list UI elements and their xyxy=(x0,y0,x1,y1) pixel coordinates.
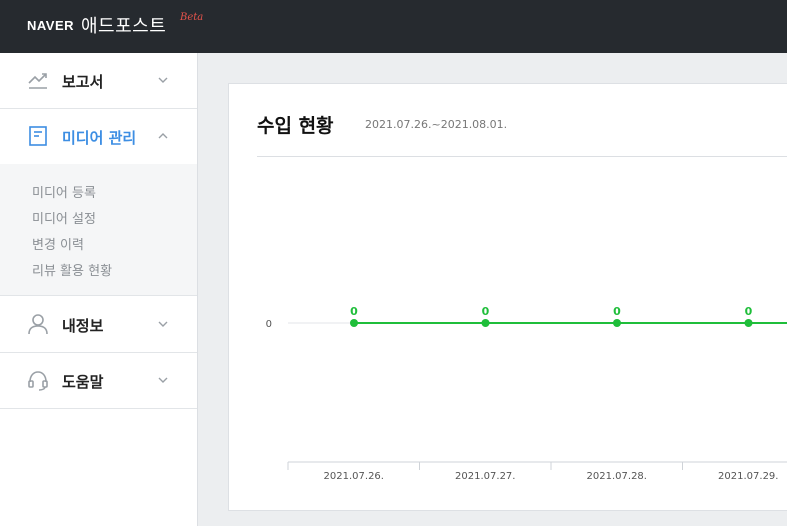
sidebar-item-label: 도움말 xyxy=(62,373,104,391)
headset-icon xyxy=(28,371,48,391)
revenue-line-chart: 0 0 0 0 0 2021.07.26. 2021.07.27. 2021.07.28. 2… xyxy=(266,305,787,482)
naver-logo[interactable]: NAVER xyxy=(27,18,74,33)
media-submenu: 미디어 등록 미디어 설정 변경 이력 리뷰 활용 현황 xyxy=(0,164,197,296)
data-label: 0 xyxy=(613,305,621,318)
submenu-item-review-usage[interactable]: 리뷰 활용 현황 xyxy=(32,260,112,279)
service-name[interactable]: 애드포스트 xyxy=(81,12,166,38)
data-label: 0 xyxy=(745,305,753,318)
user-icon xyxy=(28,314,48,335)
data-label: 0 xyxy=(350,305,358,318)
chevron-down-icon xyxy=(158,77,168,83)
data-point[interactable] xyxy=(613,319,621,327)
x-tick-label: 2021.07.27. xyxy=(455,471,515,482)
trend-chart-icon xyxy=(28,73,47,89)
sidebar-item-label: 내정보 xyxy=(62,317,104,335)
sidebar-item-media-management[interactable]: 미디어 관리 xyxy=(0,109,197,165)
data-label: 0 xyxy=(482,305,490,318)
sidebar-item-label: 보고서 xyxy=(62,73,104,91)
sidebar-item-label: 미디어 관리 xyxy=(62,129,137,147)
chevron-down-icon xyxy=(158,321,168,327)
sidebar-item-my-info[interactable]: 내정보 xyxy=(0,297,197,353)
chevron-down-icon xyxy=(158,377,168,383)
y-tick-label: 0 xyxy=(266,319,272,330)
x-tick-label: 2021.07.28. xyxy=(587,471,647,482)
submenu-item-media-settings[interactable]: 미디어 설정 xyxy=(32,208,96,227)
document-icon xyxy=(29,126,47,146)
data-point[interactable] xyxy=(481,319,490,327)
data-point[interactable] xyxy=(350,319,358,327)
x-tick-label: 2021.07.29. xyxy=(718,471,778,482)
chevron-up-icon xyxy=(158,133,168,139)
submenu-item-media-register[interactable]: 미디어 등록 xyxy=(32,182,96,201)
x-tick-label: 2021.07.26. xyxy=(324,471,384,482)
submenu-item-change-history[interactable]: 변경 이력 xyxy=(32,234,84,253)
beta-badge: Beta xyxy=(180,12,204,23)
sidebar: 보고서 미디어 관리 미디어 등록 미디어 설정 변경 이력 리뷰 활용 현황 … xyxy=(0,53,198,526)
top-bar: NAVER 애드포스트 Beta xyxy=(0,0,787,53)
sidebar-item-reports[interactable]: 보고서 xyxy=(0,53,197,109)
sidebar-item-help[interactable]: 도움말 xyxy=(0,353,197,409)
data-point[interactable] xyxy=(744,319,753,327)
